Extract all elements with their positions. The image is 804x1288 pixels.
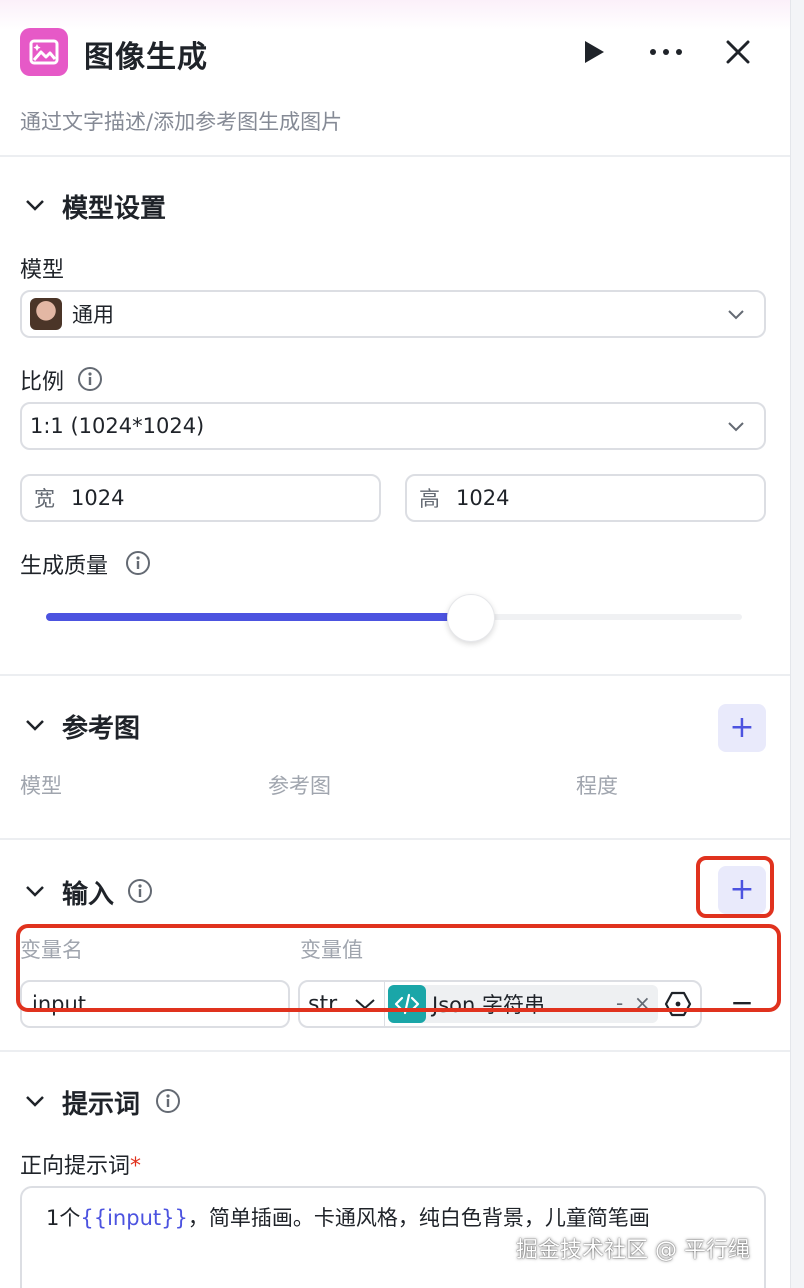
- header-gradient: [0, 0, 790, 30]
- info-icon[interactable]: [77, 366, 103, 392]
- collapse-prompt[interactable]: [24, 1090, 46, 1112]
- section-title-reference: 参考图: [62, 714, 141, 744]
- width-prefix: 宽: [34, 487, 55, 511]
- close-icon: [726, 40, 750, 64]
- divider: [0, 1050, 790, 1052]
- collapse-model-settings[interactable]: [24, 194, 46, 216]
- reference-col-image: 参考图: [268, 774, 331, 798]
- required-mark: *: [130, 1154, 142, 1179]
- chevron-down-icon: [728, 422, 744, 432]
- divider: [0, 838, 790, 840]
- quality-label: 生成质量: [20, 554, 109, 579]
- collapse-reference[interactable]: [24, 714, 46, 736]
- node-title: 图像生成: [84, 40, 208, 75]
- collapse-inputs[interactable]: [24, 880, 46, 902]
- info-icon[interactable]: [125, 550, 151, 576]
- reference-col-model: 模型: [20, 774, 62, 798]
- image-generation-icon: [20, 28, 68, 76]
- model-select-value: 通用: [72, 303, 114, 327]
- width-field[interactable]: 宽: [20, 474, 381, 522]
- height-prefix: 高: [419, 487, 440, 511]
- chevron-down-icon: [26, 200, 44, 211]
- chevron-down-icon: [26, 886, 44, 897]
- quality-slider-thumb[interactable]: [446, 594, 495, 642]
- quality-slider-fill: [46, 613, 471, 621]
- height-field[interactable]: 高: [405, 474, 766, 522]
- close-button[interactable]: [718, 32, 758, 72]
- model-label: 模型: [20, 258, 65, 283]
- section-title-model-settings: 模型设置: [62, 194, 167, 224]
- model-avatar: [30, 298, 62, 330]
- ratio-label: 比例: [20, 370, 65, 395]
- prompt-text-prefix: 1个: [46, 1206, 81, 1230]
- prompt-variable-reference[interactable]: {{input}}: [80, 1206, 187, 1230]
- section-title-inputs: 输入: [62, 880, 115, 910]
- more-button[interactable]: [646, 32, 686, 72]
- highlight-box-add-input: [696, 856, 774, 918]
- ratio-select[interactable]: 1:1 (1024*1024): [20, 402, 766, 450]
- chevron-down-icon: [26, 720, 44, 731]
- node-settings-panel: 图像生成 通过文字描述/添加参考图生成图片 模型设置 模型 通用 比例 1:1 …: [0, 0, 790, 1288]
- divider: [0, 674, 790, 676]
- positive-prompt-label-text: 正向提示词: [20, 1154, 131, 1179]
- play-icon: [585, 41, 604, 63]
- positive-prompt-label: 正向提示词*: [20, 1148, 141, 1180]
- more-dots-icon: [650, 49, 682, 55]
- chevron-down-icon: [26, 1096, 44, 1107]
- highlight-box-input-row: [16, 924, 781, 1012]
- watermark: 掘金技术社区 @ 平行绳: [516, 1238, 750, 1263]
- prompt-text-suffix: ，简单插画。卡通风格，纯白色背景，儿童简笔画: [187, 1206, 650, 1230]
- chevron-down-icon: [728, 310, 744, 320]
- height-input[interactable]: [456, 486, 716, 510]
- ratio-select-value: 1:1 (1024*1024): [30, 414, 205, 438]
- divider: [0, 155, 790, 157]
- panel-right-edge: [790, 0, 804, 1288]
- reference-col-strength: 程度: [576, 774, 618, 798]
- width-input[interactable]: [71, 486, 331, 510]
- section-title-prompt: 提示词: [62, 1090, 141, 1120]
- model-select[interactable]: 通用: [20, 290, 766, 338]
- info-icon[interactable]: [155, 1088, 181, 1114]
- node-description: 通过文字描述/添加参考图生成图片: [20, 110, 343, 134]
- add-reference-button[interactable]: +: [718, 704, 766, 752]
- info-icon[interactable]: [127, 878, 153, 904]
- run-button[interactable]: [574, 32, 614, 72]
